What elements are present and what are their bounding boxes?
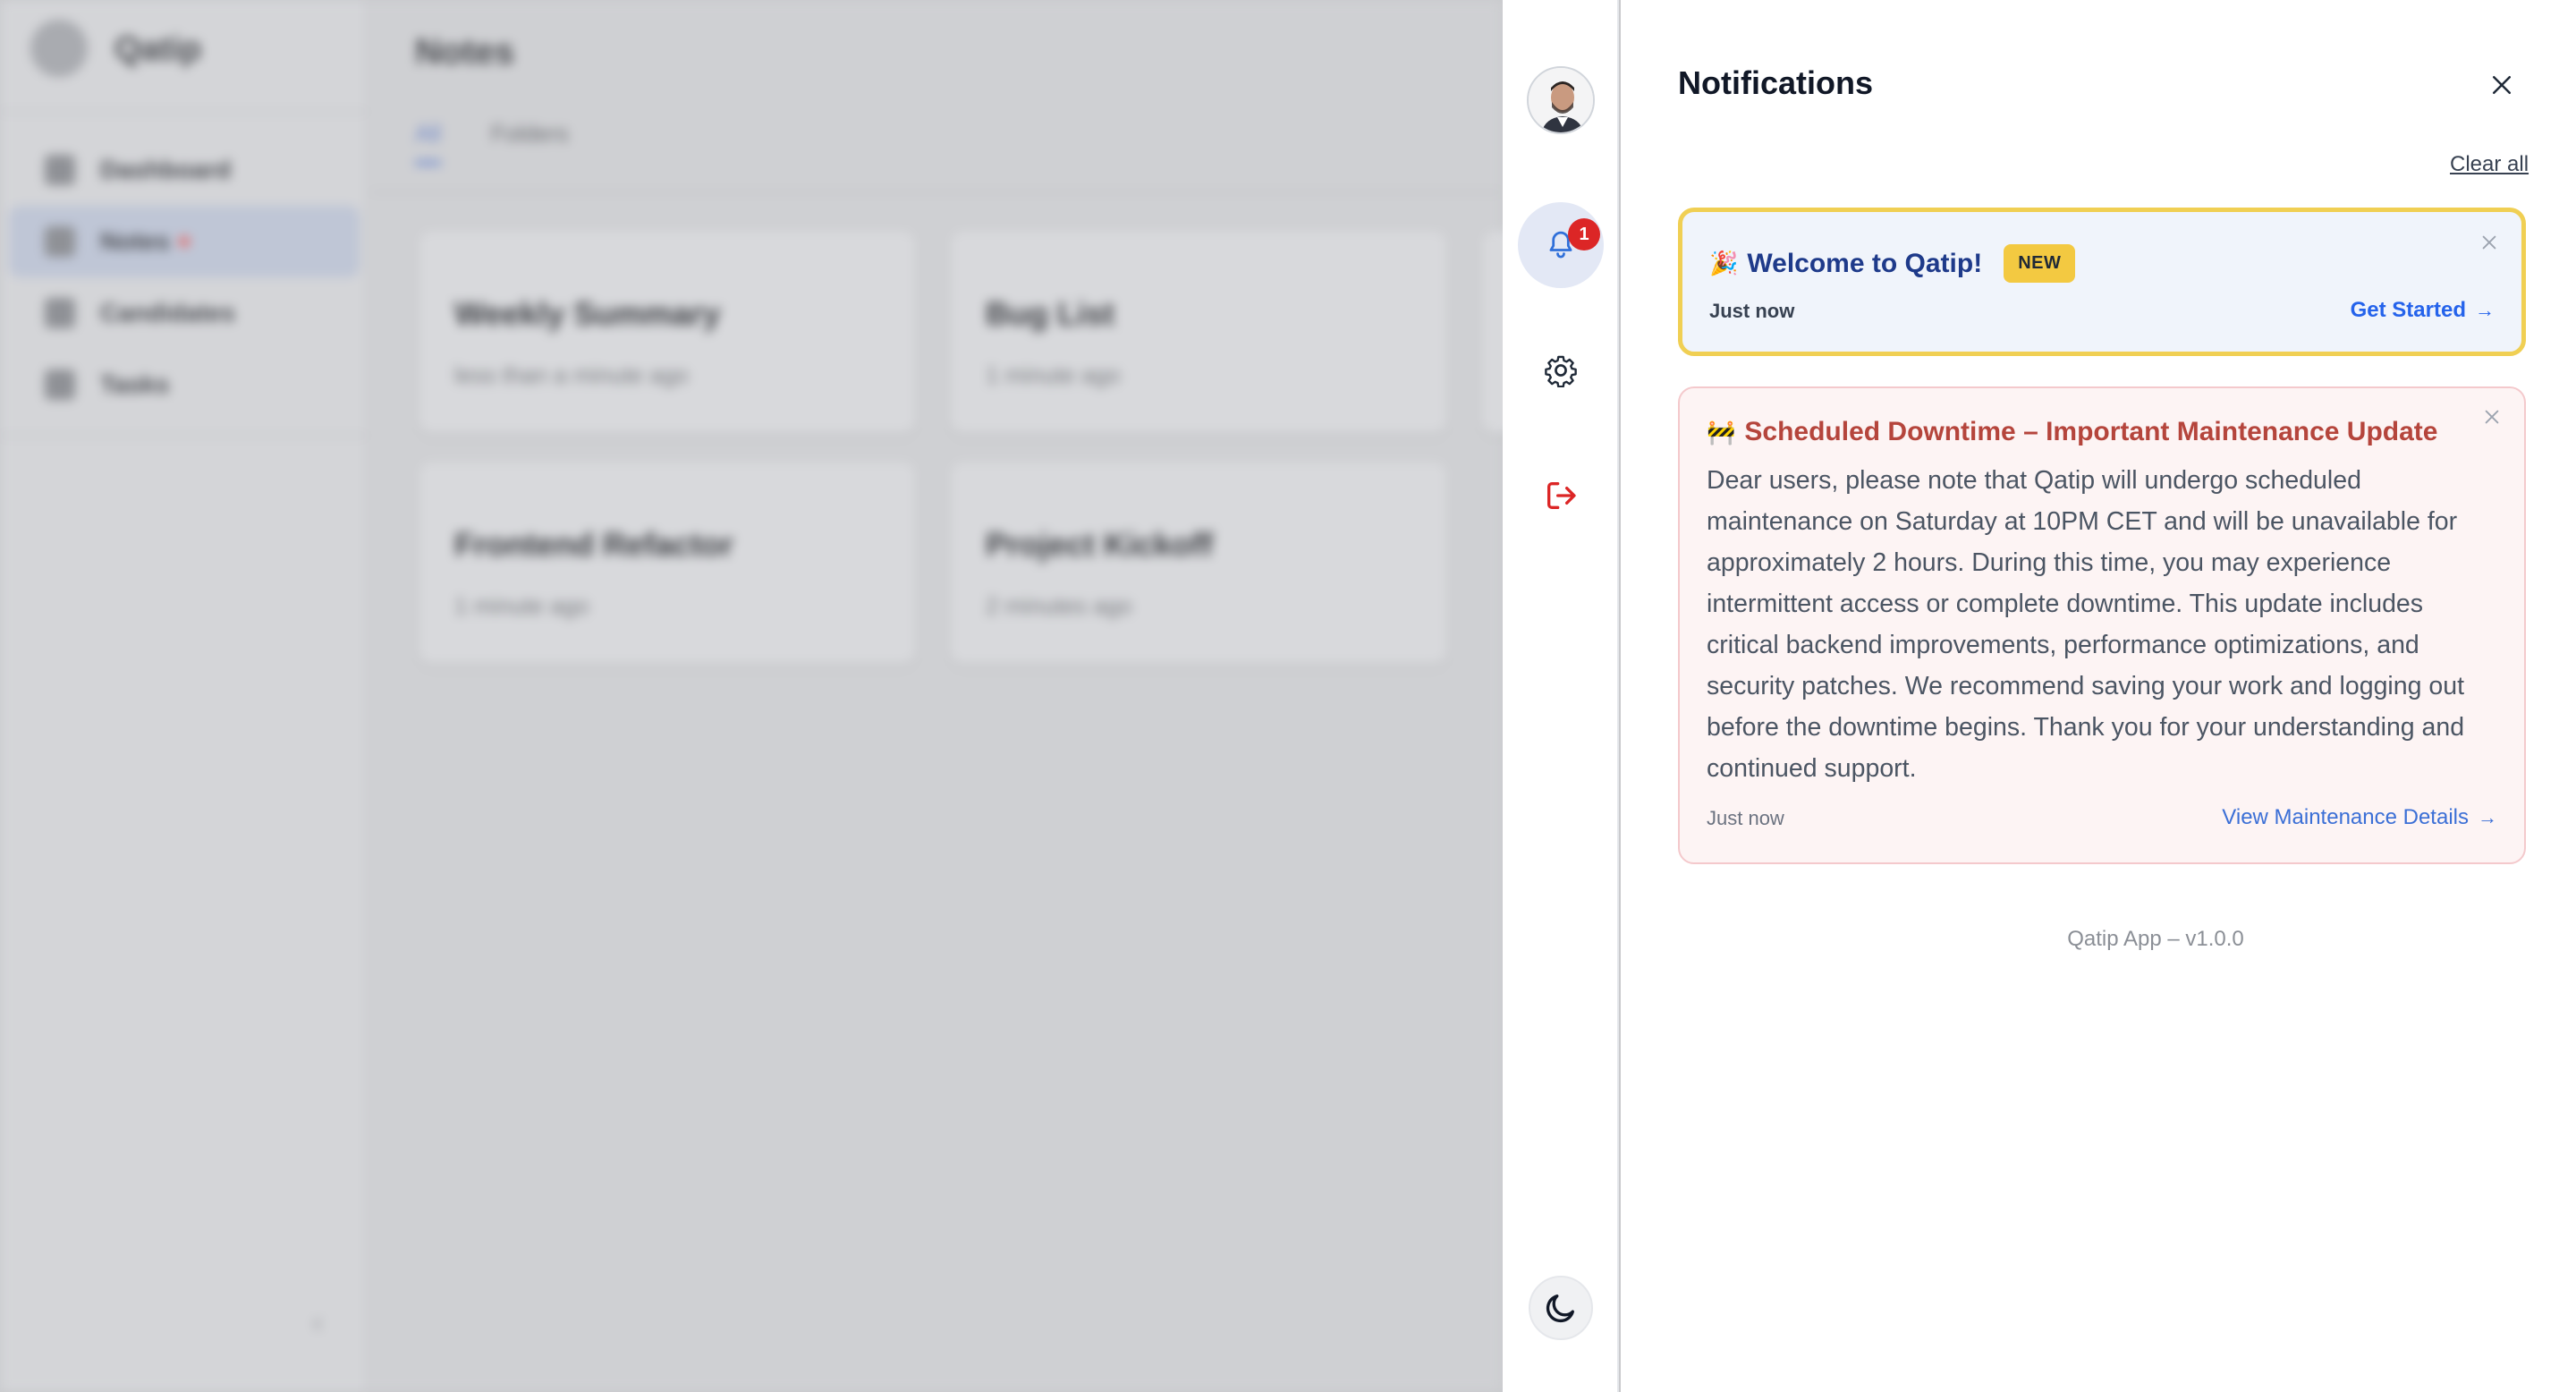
notification-title: Scheduled Downtime – Important Maintenan… <box>1744 417 2438 446</box>
sidebar-item-label: Tasks <box>100 370 170 398</box>
panel-title: Notifications <box>1678 64 1874 101</box>
notification-time: Just now <box>1707 807 1784 829</box>
notification-welcome: 🎉 Welcome to Qatip! NEW Just now Get Sta… <box>1678 208 2526 356</box>
cta-label: Get Started <box>2350 298 2466 322</box>
sidebar-item-candidates: Candidates <box>9 277 360 349</box>
user-avatar[interactable] <box>1527 66 1595 134</box>
tab-all: All <box>415 120 441 166</box>
note-title: Frontend Refactor <box>454 526 734 563</box>
dismiss-notification-button[interactable] <box>2476 401 2508 433</box>
app-version-label: Qatip App – v1.0.0 <box>2067 927 2244 951</box>
logout-button[interactable] <box>1518 453 1604 539</box>
new-badge: NEW <box>2004 244 2076 283</box>
close-panel-button[interactable] <box>2479 63 2524 107</box>
gear-icon <box>1545 355 1577 387</box>
dashboard-icon <box>45 155 75 185</box>
background-app: Qatip Dashboard Notes Candidates Tasks ‹ <box>0 0 1517 1392</box>
sidebar-item-notes: Notes <box>9 206 360 277</box>
note-title: Project Kickoff <box>986 526 1214 563</box>
note-time: less than a minute ago <box>454 361 689 388</box>
brand-logo <box>30 20 88 77</box>
notification-maintenance: 🚧 Scheduled Downtime – Important Mainten… <box>1678 386 2526 864</box>
app-version: Qatip App – v1.0.0 <box>1621 927 2576 952</box>
notification-header: 🚧 Scheduled Downtime – Important Mainten… <box>1707 417 2437 447</box>
bg-sidebar: Qatip Dashboard Notes Candidates Tasks ‹ <box>0 0 369 1392</box>
clear-all-link[interactable]: Clear all <box>2450 152 2529 177</box>
note-card: Project Kickoff 2 minutes ago <box>950 462 1447 664</box>
icon-rail: 1 <box>1503 0 1619 1392</box>
notification-time: Just now <box>1709 300 1795 322</box>
sidebar-item-label: Notes <box>100 227 170 255</box>
sidebar-item-label: Candidates <box>100 299 235 327</box>
candidates-icon <box>45 298 75 328</box>
construction-icon: 🚧 <box>1707 418 1736 446</box>
bg-nav: Dashboard Notes Candidates Tasks <box>0 134 369 420</box>
tab-folders: Folders <box>490 120 569 147</box>
note-time: 2 minutes ago <box>986 592 1132 619</box>
note-title: Weekly Summary <box>454 295 721 332</box>
get-started-link[interactable]: Get Started → <box>2351 298 2495 323</box>
logout-icon <box>1547 482 1576 509</box>
cta-label: View Maintenance Details <box>2222 805 2469 829</box>
note-card: Frontend Refactor 1 minute ago <box>419 462 916 664</box>
arrow-right-icon: → <box>2475 299 2495 321</box>
tasks-icon <box>45 369 75 400</box>
sidebar-item-tasks: Tasks <box>9 349 360 420</box>
notification-title: Welcome to Qatip! <box>1747 248 1983 278</box>
close-icon <box>2485 410 2499 424</box>
notification-header: 🎉 Welcome to Qatip! NEW <box>1709 244 2076 283</box>
settings-button[interactable] <box>1518 327 1604 413</box>
note-card: Weekly Summary less than a minute ago <box>419 231 916 433</box>
notes-icon <box>45 226 75 257</box>
unread-dot <box>178 236 190 247</box>
close-icon <box>2482 235 2496 250</box>
notifications-button[interactable]: 1 <box>1518 202 1604 288</box>
divider <box>0 435 369 437</box>
arrow-right-icon: → <box>2478 806 2497 828</box>
divider <box>0 111 369 113</box>
tab-underline <box>370 191 1503 193</box>
collapse-chevron-icon: ‹ <box>313 1308 322 1337</box>
note-title: Bug List <box>986 295 1114 332</box>
note-time: 1 minute ago <box>454 592 589 619</box>
note-time: 1 minute ago <box>986 361 1121 388</box>
party-popper-icon: 🎉 <box>1709 250 1739 276</box>
note-card: Bug List 1 minute ago <box>950 231 1447 433</box>
close-icon <box>2493 76 2511 94</box>
notification-body: Dear users, please note that Qatip will … <box>1707 466 2465 783</box>
notifications-panel: Notifications Clear all 🎉 Welcome to Qat… <box>1621 0 2576 1392</box>
theme-toggle-button[interactable] <box>1529 1276 1593 1340</box>
dismiss-notification-button[interactable] <box>2473 226 2505 259</box>
view-maintenance-details-link[interactable]: View Maintenance Details → <box>2222 805 2497 830</box>
avatar-portrait <box>1529 68 1593 132</box>
sidebar-item-label: Dashboard <box>100 156 232 183</box>
bg-main: Notes All Folders Weekly Summary less th… <box>370 0 1517 1392</box>
page-title: Notes <box>415 32 515 72</box>
sidebar-item-dashboard: Dashboard <box>9 134 360 206</box>
notification-count-badge: 1 <box>1568 218 1600 250</box>
bg-tabs: All Folders <box>415 120 569 166</box>
moon-icon <box>1546 1294 1574 1323</box>
brand-name: Qatip <box>114 30 202 68</box>
